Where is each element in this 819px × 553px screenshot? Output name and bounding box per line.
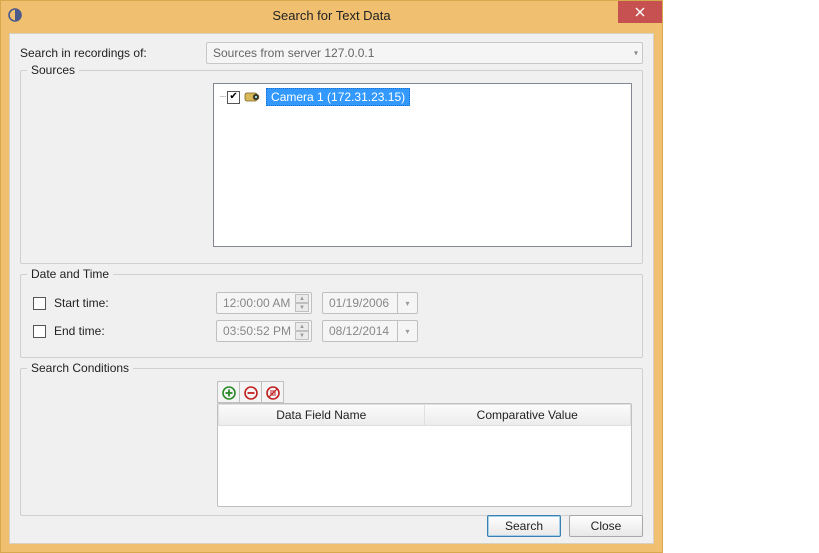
- calendar-dropdown-icon[interactable]: ▾: [397, 293, 417, 313]
- start-time-value: 12:00:00 AM: [223, 296, 290, 310]
- search-button[interactable]: Search: [487, 515, 561, 537]
- spinner-down-icon[interactable]: ▼: [295, 331, 309, 340]
- tree-connector-icon: ┈: [220, 92, 225, 103]
- search-for-text-data-dialog: Search for Text Data Search in recording…: [0, 0, 663, 553]
- start-date-value: 01/19/2006: [323, 293, 397, 313]
- chevron-down-icon: ▾: [634, 49, 638, 58]
- end-time-label: End time:: [54, 324, 216, 338]
- sources-tree[interactable]: ┈ ✔ Camera 1 (172.31.23.15): [213, 83, 632, 247]
- camera-icon: [244, 91, 262, 103]
- server-dropdown-value: Sources from server 127.0.0.1: [213, 46, 374, 60]
- end-time-input[interactable]: 03:50:52 PM ▲ ▼: [216, 320, 312, 342]
- end-date-value: 08/12/2014: [323, 321, 397, 341]
- start-time-spinner: ▲ ▼: [295, 294, 309, 312]
- conditions-toolbar: [217, 381, 284, 403]
- end-date-input[interactable]: 08/12/2014 ▾: [322, 320, 418, 342]
- search-conditions-group: Search Conditions: [20, 368, 643, 516]
- dialog-content: Search in recordings of: Sources from se…: [9, 33, 654, 544]
- start-time-row: Start time: 12:00:00 AM ▲ ▼ 01/19/2006 ▾: [31, 291, 632, 315]
- start-time-label: Start time:: [54, 296, 216, 310]
- tree-item[interactable]: ┈ ✔ Camera 1 (172.31.23.15): [220, 88, 625, 106]
- sources-group: Sources ┈ ✔ Camera 1 (172.31.23.15): [20, 70, 643, 264]
- search-conditions-group-title: Search Conditions: [27, 361, 133, 375]
- grid-header: Data Field Name Comparative Value: [218, 404, 631, 426]
- start-date-input[interactable]: 01/19/2006 ▾: [322, 292, 418, 314]
- date-time-group-title: Date and Time: [27, 267, 113, 281]
- start-time-input[interactable]: 12:00:00 AM ▲ ▼: [216, 292, 312, 314]
- tree-item-checkbox[interactable]: ✔: [227, 91, 240, 104]
- plus-icon: [222, 386, 236, 400]
- end-time-checkbox[interactable]: [33, 325, 46, 338]
- server-dropdown[interactable]: Sources from server 127.0.0.1 ▾: [206, 42, 643, 64]
- minus-icon: [244, 386, 258, 400]
- conditions-grid[interactable]: Data Field Name Comparative Value: [217, 403, 632, 507]
- window-title: Search for Text Data: [1, 8, 662, 23]
- spinner-up-icon[interactable]: ▲: [295, 294, 309, 303]
- end-time-row: End time: 03:50:52 PM ▲ ▼ 08/12/2014 ▾: [31, 319, 632, 343]
- clear-icon: [266, 386, 280, 400]
- grid-column-header[interactable]: Data Field Name: [218, 404, 425, 426]
- remove-condition-button[interactable]: [239, 382, 261, 403]
- end-time-value: 03:50:52 PM: [223, 324, 291, 338]
- date-time-group: Date and Time Start time: 12:00:00 AM ▲ …: [20, 274, 643, 358]
- start-time-checkbox[interactable]: [33, 297, 46, 310]
- search-in-label: Search in recordings of:: [20, 46, 206, 60]
- clear-conditions-button[interactable]: [261, 382, 283, 403]
- end-time-spinner: ▲ ▼: [295, 322, 309, 340]
- close-button[interactable]: Close: [569, 515, 643, 537]
- conditions-area: Data Field Name Comparative Value: [217, 381, 632, 507]
- titlebar: Search for Text Data: [1, 1, 662, 29]
- close-icon: [635, 7, 645, 17]
- close-window-button[interactable]: [618, 1, 662, 23]
- tree-item-label: Camera 1 (172.31.23.15): [266, 88, 410, 106]
- sources-group-title: Sources: [27, 63, 79, 77]
- add-condition-button[interactable]: [217, 382, 239, 403]
- spinner-up-icon[interactable]: ▲: [295, 322, 309, 331]
- search-in-row: Search in recordings of: Sources from se…: [20, 42, 643, 64]
- calendar-dropdown-icon[interactable]: ▾: [397, 321, 417, 341]
- spinner-down-icon[interactable]: ▼: [295, 303, 309, 312]
- grid-column-header[interactable]: Comparative Value: [425, 404, 632, 426]
- dialog-footer: Search Close: [487, 515, 643, 537]
